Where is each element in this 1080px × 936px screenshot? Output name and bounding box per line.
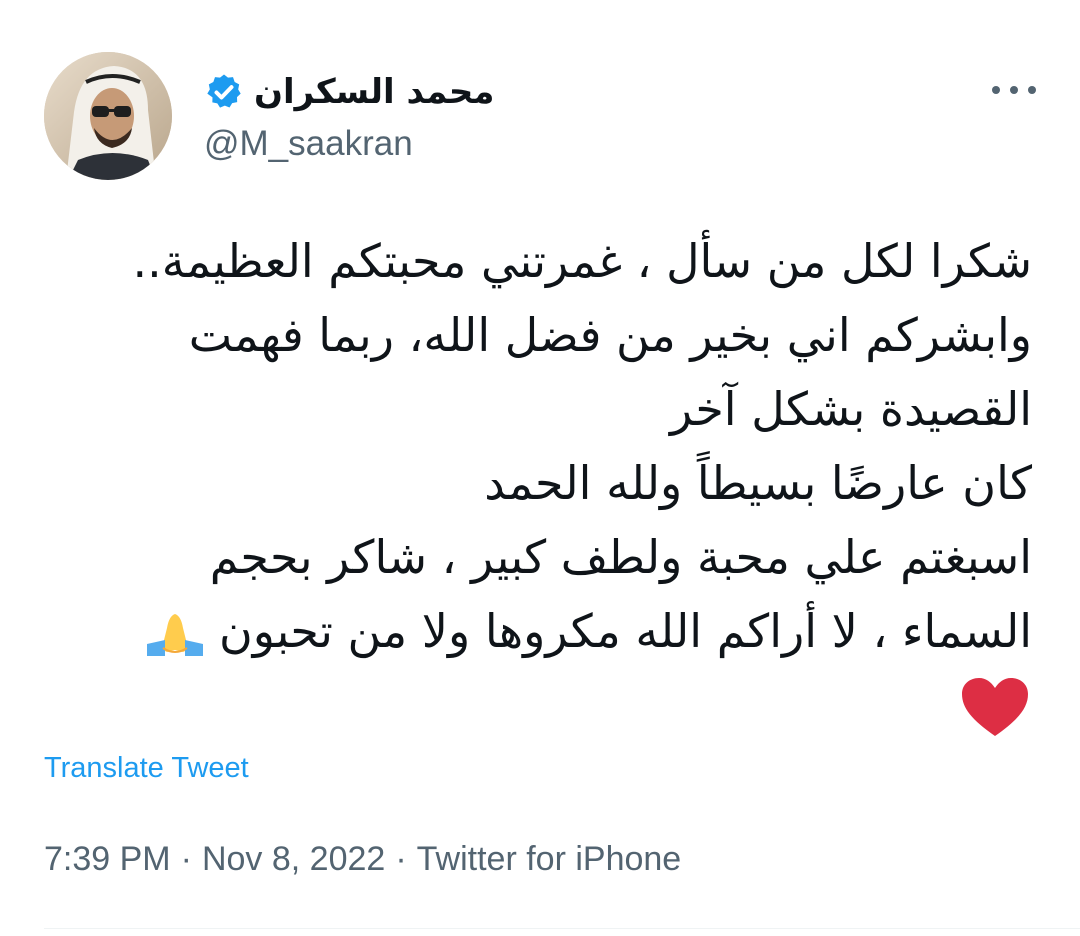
author-handle[interactable]: @M_saakran <box>204 124 494 164</box>
tweet-header: محمد السكران @M_saakran <box>44 52 1040 182</box>
tweet-metadata: 7:39 PM · Nov 8, 2022 · Twitter for iPhone <box>44 840 681 879</box>
avatar-image <box>44 52 172 180</box>
separator: · <box>395 840 407 878</box>
author-display-name[interactable]: محمد السكران <box>254 72 494 112</box>
name-row: محمد السكران <box>204 68 494 116</box>
avatar[interactable] <box>44 52 172 180</box>
tweet-source[interactable]: Twitter for iPhone <box>417 840 682 878</box>
tweet-line-with-emoji: السماء ، لا أراكم الله مكروها ولا من تحب… <box>32 594 1032 668</box>
divider <box>44 928 1080 929</box>
tweet-line: شكرا لكل من سأل ، غمرتني محبتكم العظيمة.… <box>132 234 1032 288</box>
tweet-line: القصيدة بشكل آخر <box>669 382 1032 436</box>
tweet-card: محمد السكران @M_saakran شكرا لكل من سأل … <box>0 0 1080 936</box>
author-block[interactable]: محمد السكران @M_saakran <box>204 68 494 164</box>
red-heart-icon <box>962 678 1028 736</box>
heart-row <box>32 668 1032 742</box>
tweet-date[interactable]: Nov 8, 2022 <box>202 840 385 878</box>
verified-badge-icon <box>207 74 241 108</box>
separator: · <box>180 840 192 878</box>
translate-tweet-link[interactable]: Translate Tweet <box>44 752 249 785</box>
more-options-icon[interactable] <box>992 78 1036 102</box>
folded-hands-icon <box>146 613 203 656</box>
tweet-line: اسبغتم علي محبة ولطف كبير ، شاكر بحجم <box>209 530 1032 584</box>
tweet-line: كان عارضًا بسيطاً ولله الحمد <box>484 456 1032 510</box>
tweet-text: شكرا لكل من سأل ، غمرتني محبتكم العظيمة.… <box>32 224 1032 742</box>
tweet-line: السماء ، لا أراكم الله مكروها ولا من تحب… <box>218 604 1032 658</box>
tweet-line: وابشركم اني بخير من فضل الله، ربما فهمت <box>188 308 1032 362</box>
tweet-time[interactable]: 7:39 PM <box>44 840 171 878</box>
